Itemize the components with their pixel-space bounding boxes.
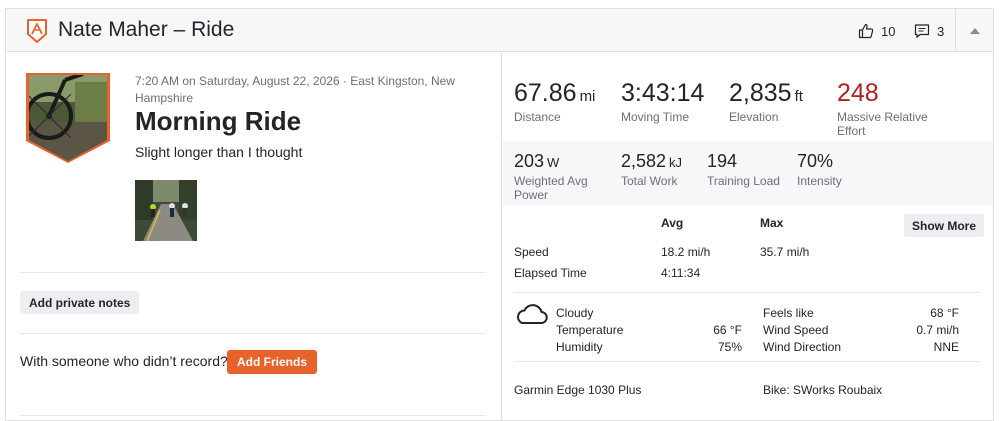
activity-description: Slight longer than I thought bbox=[135, 144, 303, 160]
elapsed-time-avg: 4:11:34 bbox=[661, 266, 701, 280]
stat-elevation: 2,835 ft Elevation bbox=[729, 79, 803, 124]
humidity-value: 75% bbox=[717, 340, 742, 354]
stat-label: Massive Relative Effort bbox=[837, 110, 928, 138]
row-label-speed: Speed bbox=[514, 245, 549, 259]
section-divider bbox=[20, 272, 486, 273]
stat-value: 3:43:14 bbox=[621, 79, 705, 107]
activity-header: Nate Maher – Ride 10 3 bbox=[6, 9, 993, 52]
activity-title[interactable]: Morning Ride bbox=[135, 106, 301, 137]
kudos-button[interactable]: 10 bbox=[858, 21, 895, 41]
stat-distance: 67.86 mi Distance bbox=[514, 79, 595, 124]
athlete-activity-title[interactable]: Nate Maher – Ride bbox=[58, 18, 234, 42]
cloud-icon bbox=[517, 304, 548, 324]
stat-value: 194 bbox=[707, 151, 738, 171]
weather-condition: Cloudy bbox=[556, 306, 594, 320]
stat-label: Moving Time bbox=[621, 110, 690, 124]
wind-speed-label: Wind Speed bbox=[763, 323, 829, 337]
comment-count: 3 bbox=[937, 23, 945, 39]
device-name: Garmin Edge 1030 Plus bbox=[514, 383, 642, 397]
ride-sport-icon bbox=[27, 19, 47, 43]
speed-max: 35.7 mi/h bbox=[760, 245, 810, 259]
feels-like-label: Feels like bbox=[763, 306, 814, 320]
activity-photo[interactable] bbox=[135, 180, 197, 241]
temperature-label: Temperature bbox=[556, 323, 624, 337]
kudos-count: 10 bbox=[881, 23, 896, 39]
stat-value: 203 bbox=[514, 151, 545, 171]
stat-label: Training Load bbox=[707, 174, 780, 188]
activity-card: Nate Maher – Ride 10 3 7:20 AM on Saturd… bbox=[5, 8, 994, 421]
caret-up-icon bbox=[969, 27, 980, 34]
temperature-value: 66 °F bbox=[713, 323, 742, 337]
add-friends-button[interactable]: Add Friends bbox=[227, 350, 318, 374]
row-label-elapsed-time: Elapsed Time bbox=[514, 266, 587, 280]
section-divider bbox=[514, 361, 980, 362]
stat-unit: mi bbox=[579, 88, 596, 105]
stat-training-load[interactable]: 194 Training Load bbox=[707, 151, 780, 188]
activity-stats: 67.86 mi Distance 3:43:14 Moving Time 2,8… bbox=[502, 53, 993, 421]
stat-unit: W bbox=[547, 155, 560, 170]
stat-value: 70% bbox=[797, 151, 834, 171]
stat-total-work: 2,582 kJ Total Work bbox=[621, 151, 682, 188]
stat-value: 2,835 bbox=[729, 79, 792, 107]
activity-summary: 7:20 AM on Saturday, August 22, 2026 · E… bbox=[6, 53, 501, 421]
show-more-button[interactable]: Show More bbox=[904, 214, 985, 237]
stat-unit: kJ bbox=[669, 155, 683, 170]
stat-value: 2,582 bbox=[621, 151, 667, 171]
stat-value: 248 bbox=[837, 79, 879, 107]
athlete-avatar[interactable] bbox=[25, 72, 111, 164]
section-divider bbox=[20, 415, 486, 416]
stat-value: 67.86 bbox=[514, 79, 577, 107]
add-friends-prompt: With someone who didn’t record? bbox=[20, 353, 228, 369]
comments-button[interactable]: 3 bbox=[914, 21, 944, 41]
humidity-label: Humidity bbox=[556, 340, 603, 354]
stat-label: Distance bbox=[514, 110, 561, 124]
activity-date-location: 7:20 AM on Saturday, August 22, 2026 · E… bbox=[135, 74, 455, 105]
comment-icon bbox=[914, 24, 930, 38]
stat-relative-effort[interactable]: 248 Massive Relative Effort bbox=[837, 79, 947, 138]
add-private-notes-button[interactable]: Add private notes bbox=[20, 291, 140, 314]
stat-label: Weighted Avg Power bbox=[514, 174, 588, 202]
speed-avg: 18.2 mi/h bbox=[661, 245, 711, 259]
secondary-stats: 203 W Weighted Avg Power 2,582 kJ Total Wo… bbox=[502, 141, 993, 205]
wind-direction-label: Wind Direction bbox=[763, 340, 842, 354]
stat-moving-time: 3:43:14 Moving Time bbox=[621, 79, 704, 124]
stat-label: Intensity bbox=[797, 174, 842, 188]
stat-label: Total Work bbox=[621, 174, 678, 188]
stat-unit: ft bbox=[794, 88, 803, 105]
stat-label: Elevation bbox=[729, 110, 779, 124]
stat-intensity[interactable]: 70% Intensity bbox=[797, 151, 842, 188]
section-divider bbox=[20, 333, 486, 334]
thumbs-up-icon bbox=[858, 23, 874, 39]
feels-like-value: 68 °F bbox=[930, 306, 959, 320]
collapse-button[interactable] bbox=[955, 9, 993, 52]
column-header-avg: Avg bbox=[661, 216, 684, 230]
stat-weighted-avg-power: 203 W Weighted Avg Power bbox=[514, 151, 604, 202]
column-header-max: Max bbox=[760, 216, 784, 230]
bike-name[interactable]: Bike: SWorks Roubaix bbox=[763, 383, 882, 397]
section-divider bbox=[514, 292, 980, 293]
wind-speed-value: 0.7 mi/h bbox=[916, 323, 959, 337]
wind-direction-value: NNE bbox=[933, 340, 959, 354]
